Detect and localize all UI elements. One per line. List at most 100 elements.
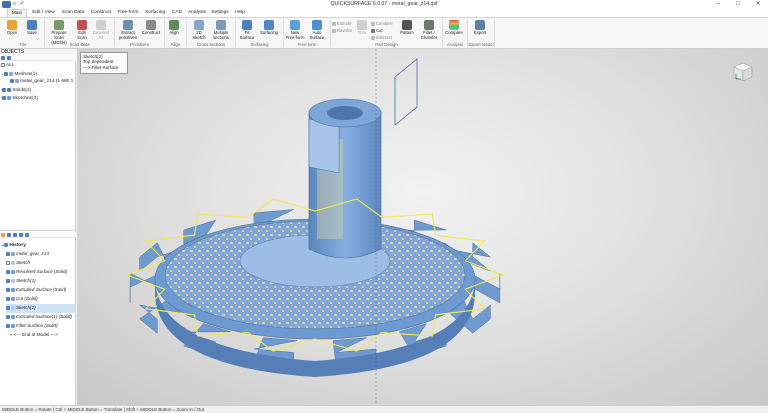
menu-icon[interactable]: ≡ xyxy=(13,1,16,7)
expand-icon[interactable] xyxy=(1,56,5,60)
export-button[interactable]: Export xyxy=(470,20,490,42)
history-item[interactable]: metal_gear_z14 xyxy=(6,250,76,259)
sketch-plane[interactable] xyxy=(394,58,418,126)
group-label-scan-data: Scan Data xyxy=(69,42,90,47)
group-label-primitives: Primitives xyxy=(130,42,149,47)
sketch-2d-button[interactable]: 2D Sketch xyxy=(190,20,208,42)
checkbox-icon[interactable] xyxy=(2,87,7,92)
construct-button[interactable]: Construct xyxy=(141,20,161,42)
solid-icon xyxy=(7,87,12,92)
tree-item-sketches[interactable]: ›Sketches(3) xyxy=(1,94,77,102)
multiple-sections-button[interactable]: Multiple sections xyxy=(210,20,232,42)
view-cube[interactable] xyxy=(732,61,754,83)
checkbox-icon[interactable] xyxy=(1,62,5,67)
checkbox-icon[interactable] xyxy=(6,269,10,274)
step-forward-icon[interactable] xyxy=(19,233,23,237)
sketch-icon xyxy=(7,95,12,100)
intersect-button[interactable]: Intersect xyxy=(371,35,395,40)
tab-free-form[interactable]: Free-form xyxy=(116,9,140,17)
edit-scan-button[interactable]: Edit Scan xyxy=(74,20,90,42)
checkbox-icon[interactable] xyxy=(4,71,9,76)
step-back-icon[interactable] xyxy=(13,233,17,237)
tab-settings[interactable]: Settings xyxy=(210,9,230,17)
prepare-scan-button[interactable]: Prepare Scan (MESH) xyxy=(46,20,72,44)
tab-analysis[interactable]: Analysis xyxy=(187,9,207,17)
cut-button[interactable]: Cut xyxy=(371,28,395,33)
open-button[interactable]: Open xyxy=(4,20,20,42)
tab-edit-view[interactable]: Edit / View xyxy=(30,9,57,17)
combine-button[interactable]: Combine xyxy=(371,21,395,26)
shaft-flat-cut[interactable] xyxy=(308,118,340,174)
checkbox-icon[interactable] xyxy=(2,95,7,100)
history-item[interactable]: Fillet-Surface (Solid) xyxy=(6,322,76,331)
checkbox-icon[interactable] xyxy=(6,260,10,265)
tab-surfacing[interactable]: Surfacing xyxy=(143,9,167,17)
tab-cad[interactable]: CAD xyxy=(170,9,184,17)
cut-icon xyxy=(371,28,375,33)
tree-item-solids[interactable]: ›Solids(1) xyxy=(1,86,77,94)
shaft-bore[interactable] xyxy=(327,106,363,120)
skip-end-icon[interactable] xyxy=(25,233,29,237)
group-label-part-design: Part Design xyxy=(375,42,398,47)
history-item[interactable]: Revolved-Surface (Solid) xyxy=(6,268,76,277)
history-header[interactable]: ⌄ History xyxy=(1,241,77,249)
3d-viewport[interactable] xyxy=(77,49,768,405)
checkbox-icon[interactable] xyxy=(6,287,10,292)
pattern-button[interactable]: Pattern xyxy=(397,20,417,42)
checkbox-icon[interactable] xyxy=(6,323,10,328)
auto-surface-button[interactable]: Auto Surface xyxy=(307,20,327,42)
gear-model[interactable] xyxy=(77,49,768,405)
revolve-button[interactable]: Revolve xyxy=(332,28,354,33)
checkbox-icon[interactable] xyxy=(6,278,10,283)
save-button[interactable]: Save xyxy=(24,20,40,42)
trim-button[interactable]: Trim xyxy=(355,20,369,42)
tooltip: Sketch(2) Top dependent ---> Fillet-Surf… xyxy=(80,52,128,74)
fit-surface-button[interactable]: Fit Surface xyxy=(238,20,256,42)
tree-item-meshes[interactable]: ⌄ Meshes(1) xyxy=(1,70,77,78)
history-item[interactable]: Sketch(1) xyxy=(6,277,76,286)
folder-icon xyxy=(7,20,17,30)
checkbox-icon[interactable] xyxy=(6,296,10,301)
trim-icon xyxy=(357,20,367,30)
fillet-chamfer-button[interactable]: Fillet / Chamfer xyxy=(419,20,439,42)
minimize-button[interactable]: – xyxy=(708,0,728,9)
tree-item-all[interactable]: ALL xyxy=(1,62,77,70)
tab-scan-data[interactable]: Scan Data xyxy=(60,9,86,17)
checkbox-icon[interactable] xyxy=(6,251,10,256)
extrude-button[interactable]: Extrude xyxy=(332,21,354,26)
checkbox-icon[interactable] xyxy=(6,314,10,319)
tab-main[interactable]: Main xyxy=(7,9,27,17)
mesh-icon xyxy=(11,251,15,256)
extract-primitives-button[interactable]: Extract primitives xyxy=(116,20,140,42)
history-item[interactable]: Extruded-Surface(1) (Solid) xyxy=(6,313,76,322)
close-button[interactable]: ✕ xyxy=(748,0,768,9)
history-item[interactable]: Sketch xyxy=(6,259,76,268)
surfacing-button[interactable]: Surfacing xyxy=(258,20,280,42)
compare-button[interactable]: Compare xyxy=(444,20,464,42)
tab-help[interactable]: Help xyxy=(233,9,247,17)
align-button[interactable]: Align xyxy=(166,20,182,42)
window-title: QUICKSURFACE 6.0.07 - metal_gear_z14.qsf xyxy=(330,1,438,7)
checkbox-icon[interactable] xyxy=(10,78,14,83)
history-item[interactable]: Extruded-Surface (Solid) xyxy=(6,286,76,295)
maximize-button[interactable]: □ xyxy=(728,0,748,9)
new-free-form-button[interactable]: New Free-form xyxy=(285,20,305,42)
filter-icon[interactable] xyxy=(7,56,11,60)
undo-icon[interactable]: ↶ xyxy=(20,1,24,7)
history-item-selected[interactable]: Sketch(2) xyxy=(6,304,76,313)
deselect-all-button[interactable]: Deselect All xyxy=(92,20,110,42)
history-item[interactable]: Cut (Solid) xyxy=(6,295,76,304)
mesh-icon xyxy=(9,71,14,76)
surfacing-icon xyxy=(264,20,274,30)
tree-item-mesh[interactable]: metal_gear_z14 (1 660 1 xyxy=(10,78,76,86)
history-tool-icon[interactable] xyxy=(7,233,11,237)
sections-icon xyxy=(216,20,226,30)
edit-scan-icon xyxy=(77,20,87,30)
history-tool-icon[interactable] xyxy=(1,233,5,237)
history-end-marker[interactable]: ♦ <--- End of Model ---> xyxy=(10,331,76,340)
app-logo-icon[interactable] xyxy=(2,1,11,8)
tab-construct[interactable]: Construct xyxy=(89,9,113,17)
checkbox-icon[interactable] xyxy=(6,305,10,310)
view-cube-icon[interactable] xyxy=(732,61,754,83)
sketch-2d-icon xyxy=(194,20,204,30)
